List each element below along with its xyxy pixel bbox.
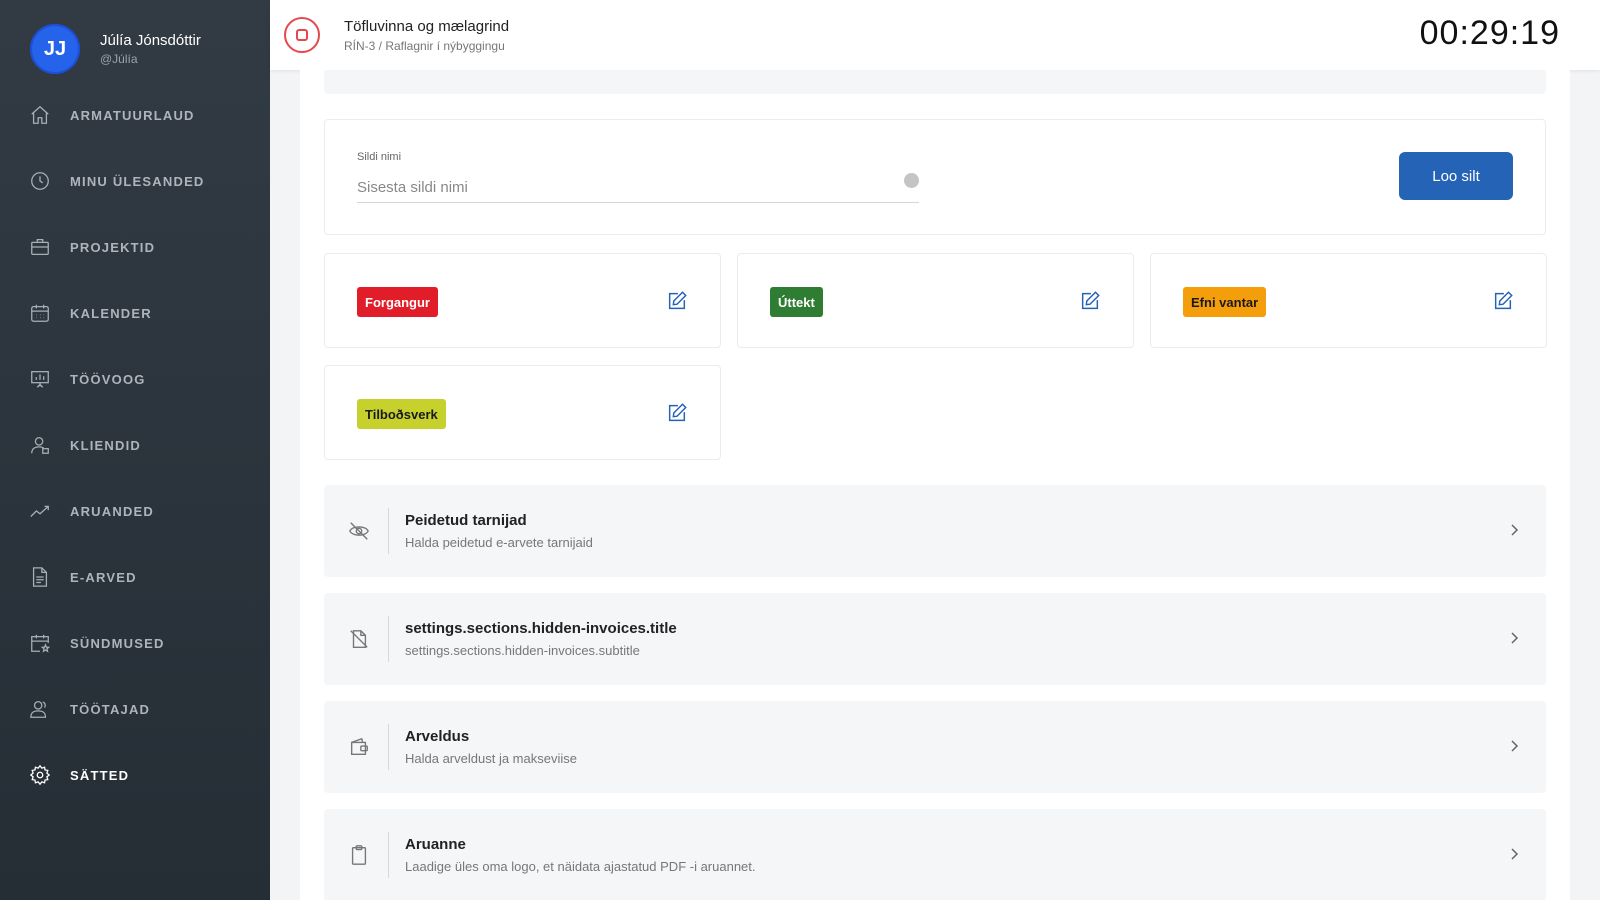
eye-off-icon — [348, 520, 370, 542]
settings-row-hidden-invoices[interactable]: settings.sections.hidden-invoices.title … — [324, 593, 1546, 685]
sidebar-item-calendar[interactable]: KALENDER — [0, 280, 270, 346]
clipboard-icon — [348, 844, 370, 866]
chevron-right-icon — [1508, 631, 1520, 645]
tag-label: Úttekt — [770, 287, 823, 317]
sidebar-item-label: KALENDER — [70, 305, 152, 321]
tag-name-input[interactable] — [357, 173, 919, 203]
settings-content: Sildi nimi Loo silt Forgangur Úttekt Efn… — [300, 70, 1570, 900]
trend-chart-icon — [29, 500, 51, 522]
task-breadcrumb: RÍN-3 / Raflagnir í nýbyggingu — [344, 38, 505, 53]
sidebar-item-label: E-ARVED — [70, 569, 137, 585]
edit-icon[interactable] — [666, 402, 688, 424]
calendar-icon — [29, 302, 51, 324]
row-title: Peidetud tarnijad — [405, 512, 527, 529]
wallet-icon — [348, 736, 370, 758]
divider — [388, 508, 389, 554]
row-subtitle: Laadige üles oma logo, et näidata ajasta… — [405, 859, 756, 874]
tag-label: Tilboðsverk — [357, 399, 446, 429]
previous-section-strip — [324, 70, 1546, 94]
sidebar-item-label: PROJEKTID — [70, 239, 156, 255]
stop-timer-button[interactable] — [284, 17, 320, 53]
row-subtitle: Halda arveldust ja makseviise — [405, 751, 577, 766]
tag-name-label: Sildi nimi — [357, 151, 402, 163]
sidebar-item-events[interactable]: SÜNDMUSED — [0, 610, 270, 676]
file-off-icon — [348, 628, 370, 650]
home-icon — [29, 104, 51, 126]
settings-row-billing[interactable]: Arveldus Halda arveldust ja makseviise — [324, 701, 1546, 793]
sidebar-nav: ARMATUURLAUD MINU ÜLESANDED PROJEKTID KA… — [0, 82, 270, 808]
row-title: Arveldus — [405, 728, 470, 745]
sidebar-item-settings[interactable]: SÄTTED — [0, 742, 270, 808]
row-title: settings.sections.hidden-invoices.title — [405, 620, 677, 637]
clock-icon — [29, 170, 51, 192]
settings-row-report[interactable]: Aruanne Laadige üles oma logo, et näidat… — [324, 809, 1546, 900]
sidebar-item-label: SÄTTED — [70, 767, 130, 783]
tag-label: Forgangur — [357, 287, 438, 317]
edit-icon[interactable] — [1492, 290, 1514, 312]
user-profile[interactable]: JJ Júlía Jónsdóttir @Júlía — [30, 24, 201, 74]
timer-display: 00:29:19 — [1419, 14, 1560, 52]
document-icon — [29, 566, 51, 588]
tag-card: Forgangur — [324, 253, 721, 348]
avatar: JJ — [30, 24, 80, 74]
user-icon — [29, 434, 51, 456]
chevron-right-icon — [1508, 739, 1520, 753]
stop-icon — [296, 29, 308, 41]
tag-card: Úttekt — [737, 253, 1134, 348]
sidebar-item-label: TÖÖVOOG — [70, 371, 146, 387]
sidebar-item-label: MINU ÜLESANDED — [70, 173, 205, 189]
users-icon — [29, 698, 51, 720]
tag-label: Efni vantar — [1183, 287, 1267, 317]
sidebar-item-label: KLIENDID — [70, 437, 141, 453]
user-handle: @Júlía — [100, 52, 138, 66]
chevron-right-icon — [1508, 523, 1520, 537]
divider — [388, 616, 389, 662]
divider — [388, 724, 389, 770]
sidebar-item-projects[interactable]: PROJEKTID — [0, 214, 270, 280]
sidebar-item-reports[interactable]: ARUANDED — [0, 478, 270, 544]
chevron-right-icon — [1508, 847, 1520, 861]
sidebar-item-label: ARUANDED — [70, 503, 154, 519]
edit-icon[interactable] — [666, 290, 688, 312]
task-title: Töfluvinna og mælagrind — [344, 17, 510, 35]
sidebar-item-dashboard[interactable]: ARMATUURLAUD — [0, 82, 270, 148]
settings-row-hidden-suppliers[interactable]: Peidetud tarnijad Halda peidetud e-arvet… — [324, 485, 1546, 577]
row-subtitle: Halda peidetud e-arvete tarnijaid — [405, 535, 593, 550]
sidebar-item-e-invoices[interactable]: E-ARVED — [0, 544, 270, 610]
create-tag-button[interactable]: Loo silt — [1399, 152, 1513, 200]
sidebar-item-label: SÜNDMUSED — [70, 635, 165, 651]
create-tag-card: Sildi nimi Loo silt — [324, 119, 1546, 235]
sidebar: JJ Júlía Jónsdóttir @Júlía ARMATUURLAUD … — [0, 0, 270, 900]
tag-card: Tilboðsverk — [324, 365, 721, 460]
divider — [388, 832, 389, 878]
sidebar-item-label: ARMATUURLAUD — [70, 107, 195, 123]
sidebar-item-employees[interactable]: TÖÖTAJAD — [0, 676, 270, 742]
top-header: Töfluvinna og mælagrind RÍN-3 / Raflagni… — [270, 0, 1600, 70]
sidebar-item-label: TÖÖTAJAD — [70, 701, 151, 717]
tag-card: Efni vantar — [1150, 253, 1547, 348]
row-subtitle: settings.sections.hidden-invoices.subtit… — [405, 643, 640, 658]
briefcase-icon — [29, 236, 51, 258]
edit-icon[interactable] — [1079, 290, 1101, 312]
status-dot — [904, 173, 919, 188]
presentation-board-icon — [29, 368, 51, 390]
calendar-star-icon — [29, 632, 51, 654]
user-name: Júlía Jónsdóttir — [100, 32, 201, 49]
sidebar-item-my-tasks[interactable]: MINU ÜLESANDED — [0, 148, 270, 214]
row-title: Aruanne — [405, 836, 466, 853]
gear-icon — [29, 764, 51, 786]
sidebar-item-clients[interactable]: KLIENDID — [0, 412, 270, 478]
sidebar-item-workflow[interactable]: TÖÖVOOG — [0, 346, 270, 412]
